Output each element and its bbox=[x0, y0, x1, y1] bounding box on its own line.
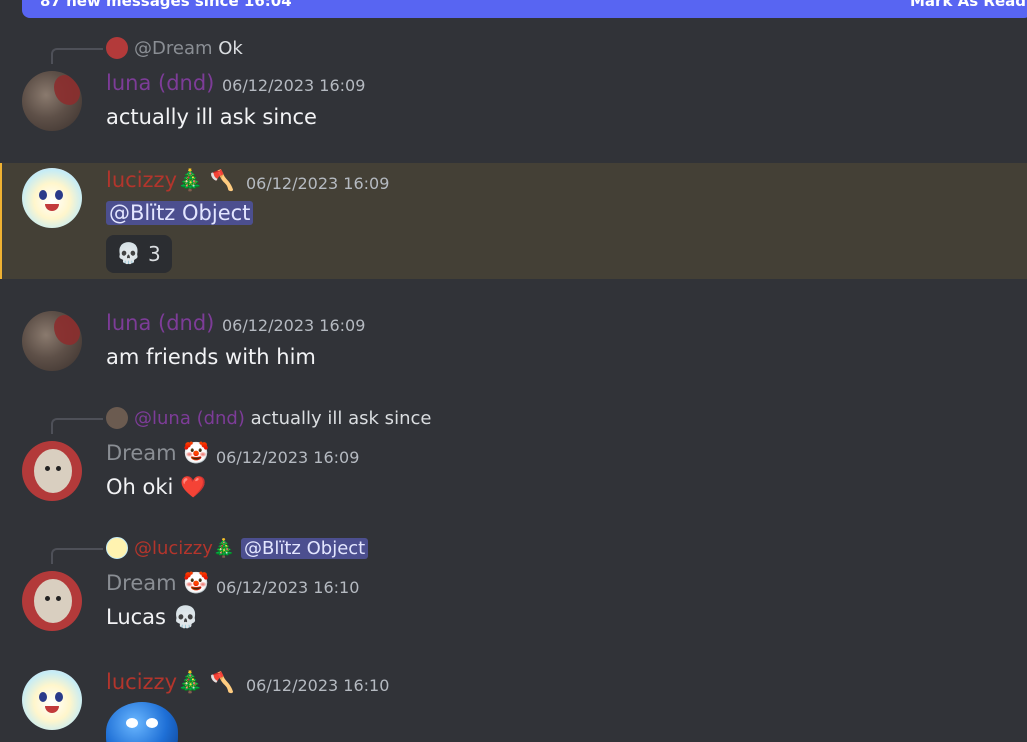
timestamp: 06/12/2023 16:10 bbox=[246, 676, 390, 695]
message-text: Oh oki bbox=[106, 475, 174, 499]
tree-emoji: 🎄 bbox=[177, 670, 204, 694]
avatar-eye bbox=[55, 692, 63, 702]
author-name[interactable]: Dream 🤡 bbox=[106, 441, 209, 466]
reply-avatar bbox=[106, 37, 128, 59]
role-icon: 🪓 bbox=[209, 168, 235, 192]
reply-avatar bbox=[106, 537, 128, 559]
avatar[interactable] bbox=[22, 168, 82, 228]
reply-connector bbox=[51, 48, 103, 64]
timestamp: 06/12/2023 16:09 bbox=[222, 76, 366, 95]
reply-avatar bbox=[106, 407, 128, 429]
user-mention[interactable]: @Blïtz Object bbox=[106, 201, 254, 225]
tree-emoji: 🎄 bbox=[212, 538, 236, 559]
timestamp: 06/12/2023 16:09 bbox=[246, 174, 390, 193]
blue-blob-sticker[interactable] bbox=[106, 702, 178, 742]
avatar[interactable] bbox=[22, 571, 82, 631]
clown-emoji: 🤡 bbox=[183, 441, 210, 465]
timestamp: 06/12/2023 16:09 bbox=[222, 316, 366, 335]
mark-as-read-button[interactable]: Mark As Read bbox=[910, 0, 1026, 10]
avatar-mouth bbox=[45, 204, 59, 211]
avatar[interactable] bbox=[22, 311, 82, 371]
reply-text: actually ill ask since bbox=[250, 408, 432, 429]
avatar-face bbox=[34, 579, 72, 623]
message-item[interactable]: lucizzy🎄 🪓 06/12/2023 16:10 bbox=[0, 660, 1027, 742]
avatar[interactable] bbox=[22, 441, 82, 501]
reply-preview[interactable]: @luna (dnd) actually ill ask since bbox=[106, 407, 431, 429]
avatar-face bbox=[34, 449, 72, 493]
author-name[interactable]: lucizzy🎄 🪓 bbox=[106, 670, 235, 695]
avatar-eye bbox=[39, 692, 47, 702]
reply-preview[interactable]: @lucizzy🎄 @Blïtz Object bbox=[106, 537, 369, 559]
user-mention[interactable]: @Blïtz Object bbox=[241, 538, 369, 559]
message-item-highlighted[interactable]: lucizzy🎄 🪓 06/12/2023 16:09 @Blïtz Objec… bbox=[0, 163, 1027, 279]
author-name[interactable]: Dream 🤡 bbox=[106, 571, 209, 596]
message-content: Oh oki ❤️ bbox=[106, 475, 206, 500]
reply-text: Ok bbox=[218, 38, 243, 59]
author-name-text: lucizzy bbox=[106, 670, 177, 694]
author-name[interactable]: luna (dnd) bbox=[106, 311, 214, 335]
reaction-count: 3 bbox=[148, 242, 161, 266]
author-name-text: Dream bbox=[106, 571, 177, 595]
author-name[interactable]: lucizzy🎄 🪓 bbox=[106, 168, 235, 193]
sticker-container bbox=[0, 702, 200, 742]
avatar-eye bbox=[39, 190, 47, 200]
message-content: am friends with him bbox=[106, 345, 316, 369]
message-item[interactable]: @luna (dnd) actually ill ask since Dream… bbox=[0, 400, 1027, 512]
message-item[interactable]: @lucizzy🎄 @Blïtz Object Dream 🤡 06/12/20… bbox=[0, 530, 1027, 642]
new-messages-banner[interactable]: 87 new messages since 16:04 Mark As Read bbox=[22, 0, 1027, 18]
avatar[interactable] bbox=[22, 71, 82, 131]
timestamp: 06/12/2023 16:10 bbox=[216, 578, 360, 597]
skull-emoji: 💀 bbox=[172, 605, 199, 629]
message-content: actually ill ask since bbox=[106, 105, 317, 129]
message-item[interactable]: luna (dnd) 06/12/2023 16:09 am friends w… bbox=[0, 300, 1027, 380]
avatar-eye bbox=[55, 190, 63, 200]
reply-preview[interactable]: @Dream Ok bbox=[106, 37, 243, 59]
reply-author[interactable]: @luna (dnd) bbox=[134, 408, 245, 429]
reply-connector bbox=[51, 418, 103, 434]
timestamp: 06/12/2023 16:09 bbox=[216, 448, 360, 467]
clown-emoji: 🤡 bbox=[183, 571, 210, 595]
reply-connector bbox=[51, 548, 103, 564]
tree-emoji: 🎄 bbox=[177, 168, 204, 192]
message-text: Lucas bbox=[106, 605, 166, 629]
new-messages-text: 87 new messages since 16:04 bbox=[40, 0, 292, 10]
role-icon: 🪓 bbox=[209, 670, 235, 694]
message-content: Lucas 💀 bbox=[106, 605, 199, 630]
reply-author[interactable]: @lucizzy bbox=[134, 538, 213, 559]
author-name[interactable]: luna (dnd) bbox=[106, 71, 214, 95]
heart-emoji: ❤️ bbox=[180, 475, 207, 499]
author-name-text: lucizzy bbox=[106, 168, 177, 192]
skull-icon: 💀 bbox=[116, 241, 141, 265]
message-item[interactable]: @Dream Ok luna (dnd) 06/12/2023 16:09 ac… bbox=[0, 30, 1027, 142]
message-content: @Blïtz Object bbox=[106, 201, 254, 225]
author-name-text: Dream bbox=[106, 441, 177, 465]
reaction-button[interactable]: 💀 3 bbox=[106, 235, 172, 273]
reply-author[interactable]: @Dream bbox=[134, 38, 213, 59]
